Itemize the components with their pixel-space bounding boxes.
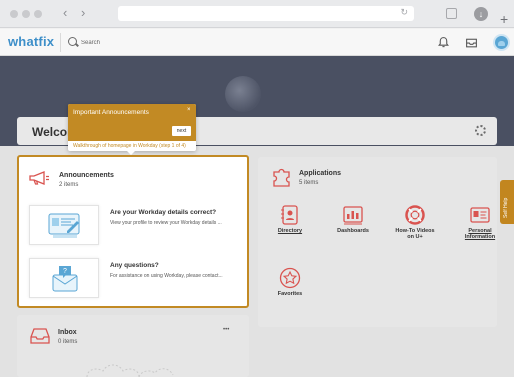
planet-graphic xyxy=(225,76,261,112)
applications-card: Applications 5 items Directory Dashboard… xyxy=(258,157,497,327)
bell-icon[interactable] xyxy=(437,36,450,49)
close-icon[interactable]: × xyxy=(187,107,191,113)
window-zoom-dot[interactable] xyxy=(34,10,42,18)
profile-card-icon xyxy=(48,213,80,238)
app-label: How-To Videos on U+ xyxy=(395,228,435,240)
self-help-tab[interactable]: Self Help xyxy=(500,180,514,224)
empty-inbox-illustration xyxy=(86,364,174,377)
app-label: Personal Information xyxy=(464,228,496,240)
announcement-description: For assistance on using Workday, please … xyxy=(110,273,223,279)
app-directory[interactable]: Directory xyxy=(267,204,313,234)
inbox-card: Inbox 0 items ••• xyxy=(17,315,249,377)
more-menu-icon[interactable]: ••• xyxy=(223,327,229,333)
inbox-tray-icon xyxy=(30,328,50,344)
applications-count: 5 items xyxy=(299,180,319,186)
lifebuoy-icon xyxy=(405,205,425,225)
announcement-description: View your profile to review your Workday… xyxy=(110,220,222,226)
dashboards-icon xyxy=(343,206,363,225)
announcements-count: 2 items xyxy=(59,182,79,188)
download-icon[interactable]: ↓ xyxy=(474,7,488,21)
user-avatar[interactable] xyxy=(493,34,510,51)
megaphone-icon xyxy=(29,171,49,185)
address-bar[interactable]: ↻ xyxy=(118,6,414,21)
announcement-title[interactable]: Any questions? xyxy=(110,262,159,269)
forward-icon[interactable]: › xyxy=(81,6,85,20)
announcement-title[interactable]: Are your Workday details correct? xyxy=(110,209,216,216)
search-icon xyxy=(68,37,77,46)
app-favorites[interactable]: Favorites xyxy=(267,267,313,297)
app-header: whatfix xyxy=(0,29,514,56)
search-input[interactable] xyxy=(81,37,281,49)
tooltip-step-text: Walkthrough of homepage in Workday (step… xyxy=(73,143,186,149)
svg-text:?: ? xyxy=(63,268,67,275)
app-label: Favorites xyxy=(277,291,303,297)
walkthrough-tooltip: Important Announcements × next Walkthrou… xyxy=(68,104,196,155)
app-how-to-videos[interactable]: How-To Videos on U+ xyxy=(392,204,438,240)
inbox-count: 0 items xyxy=(58,339,78,345)
reload-icon[interactable]: ↻ xyxy=(400,7,408,18)
tooltip-header: Important Announcements × next xyxy=(68,104,196,141)
tooltip-title: Important Announcements xyxy=(73,109,149,116)
self-help-label: Self Help xyxy=(503,197,509,218)
back-icon[interactable]: ‹ xyxy=(63,6,67,20)
app-label: Dashboards xyxy=(337,228,369,234)
announcement-thumbnail[interactable] xyxy=(29,205,99,245)
announcement-thumbnail[interactable]: ? xyxy=(29,258,99,298)
header-divider xyxy=(60,33,61,52)
gear-icon[interactable] xyxy=(475,125,486,136)
next-button[interactable]: next xyxy=(172,126,191,136)
announcements-title: Announcements xyxy=(59,172,114,179)
help-chat-icon: ? xyxy=(52,266,78,292)
star-icon xyxy=(279,267,301,289)
inbox-title: Inbox xyxy=(58,329,77,336)
announcements-card: Announcements 2 items Are your Workday d… xyxy=(17,155,249,308)
whatfix-logo[interactable]: whatfix xyxy=(8,34,54,49)
window-minimize-dot[interactable] xyxy=(22,10,30,18)
tooltip-arrow xyxy=(127,151,135,155)
app-label: Directory xyxy=(277,228,303,234)
applications-title: Applications xyxy=(299,170,342,177)
app-personal-information[interactable]: Personal Information xyxy=(457,204,503,240)
tabs-overview-icon[interactable] xyxy=(446,8,457,19)
new-tab-icon[interactable]: + xyxy=(500,12,508,26)
directory-icon xyxy=(281,205,298,225)
puzzle-icon xyxy=(273,168,290,187)
app-dashboards[interactable]: Dashboards xyxy=(330,204,376,234)
window-close-dot[interactable] xyxy=(10,10,18,18)
inbox-icon[interactable] xyxy=(465,36,478,49)
browser-toolbar: ‹ › ↻ ↓ + xyxy=(0,0,514,28)
personal-info-icon xyxy=(470,207,490,223)
